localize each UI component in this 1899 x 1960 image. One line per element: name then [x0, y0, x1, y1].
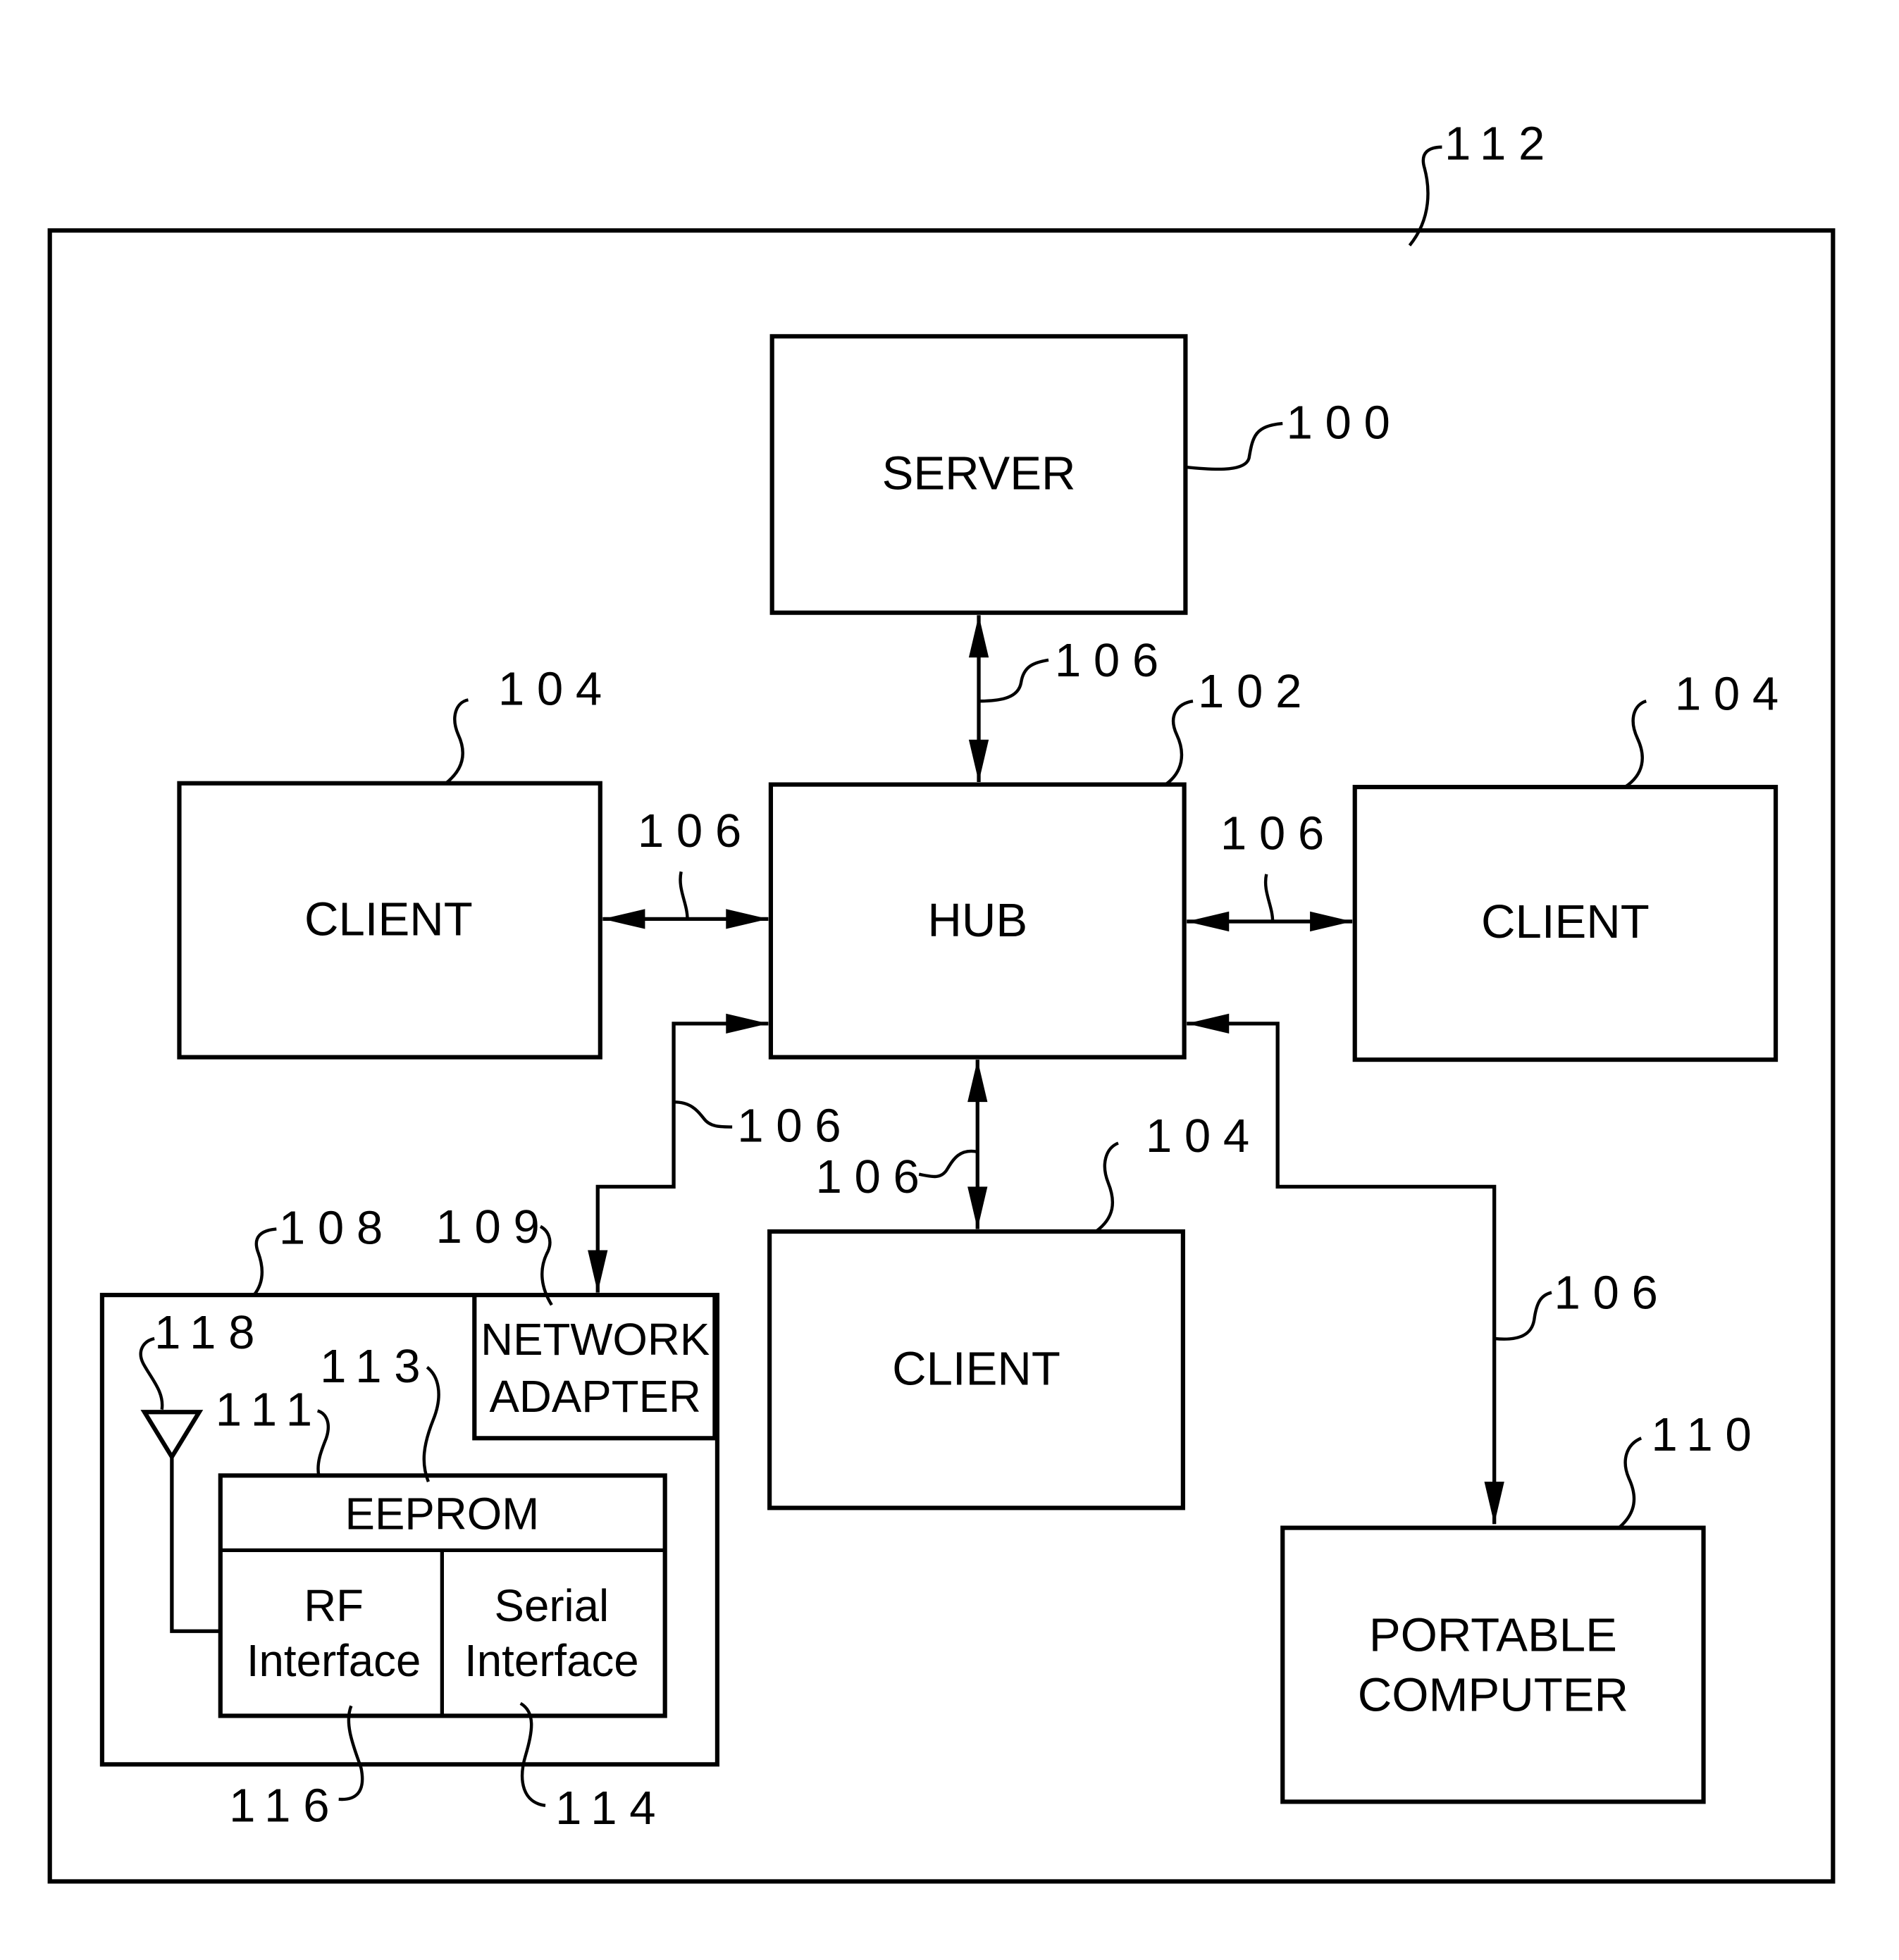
portable-ref-leader: [1617, 1437, 1643, 1530]
serial-interface-label-line1: Serial: [495, 1581, 610, 1631]
connection-ref-portable: 106: [1554, 1267, 1670, 1320]
device-ref: 108: [279, 1202, 395, 1255]
serial-interface-label-line2: Interface: [464, 1636, 639, 1686]
client-left-ref-leader: [445, 698, 469, 785]
eeprom-ref: 113: [320, 1340, 433, 1393]
connection-ref-leader-right: [1263, 874, 1275, 922]
arrow-left-icon: [1187, 1013, 1230, 1034]
connection-ref-adapter: 106: [737, 1100, 853, 1153]
hub-label: HUB: [927, 894, 1027, 947]
client-bottom-ref: 104: [1146, 1110, 1262, 1162]
connection-ref-left: 106: [638, 805, 754, 857]
adapter-ref: 109: [436, 1201, 552, 1253]
arrow-right-icon: [726, 909, 769, 929]
arrow-right-icon: [1310, 911, 1353, 932]
device-ref-leader: [252, 1227, 277, 1296]
hub-ref-leader: [1164, 699, 1194, 786]
module-ref: 111: [216, 1384, 325, 1437]
arrow-down-icon: [588, 1250, 608, 1293]
portable-computer-label-line2: COMPUTER: [1358, 1668, 1628, 1721]
rf-ref: 116: [229, 1780, 342, 1832]
connection-ref-leader-adapter: [673, 1100, 733, 1129]
arrow-down-icon: [1484, 1482, 1504, 1525]
client-right-ref: 104: [1675, 668, 1791, 721]
network-adapter-label-line1: NETWORK: [481, 1315, 710, 1365]
arrow-down-icon: [967, 1186, 988, 1229]
arrow-down-icon: [968, 739, 989, 783]
hub-ref: 102: [1198, 665, 1314, 718]
portable-computer-label-line1: PORTABLE: [1369, 1609, 1617, 1662]
client-label-right: CLIENT: [1481, 895, 1650, 948]
portable-computer-box: [1280, 1525, 1706, 1804]
network-diagram: 112 SERVER 100 HUB 102 106 CLIENT 104 10…: [47, 117, 1836, 1884]
serial-ref: 114: [555, 1782, 668, 1835]
system-ref: 112: [1445, 117, 1557, 170]
client-bottom-ref-leader: [1094, 1141, 1119, 1233]
server-ref-leader: [1185, 421, 1283, 471]
client-label-left: CLIENT: [304, 893, 473, 945]
client-label-bottom: CLIENT: [892, 1342, 1060, 1395]
connection-ref: 106: [1055, 634, 1171, 687]
arrow-up-icon: [967, 1060, 988, 1103]
connection-ref-right: 106: [1220, 807, 1337, 860]
arrow-up-icon: [968, 615, 989, 658]
connection-ref-bottom: 106: [816, 1150, 932, 1203]
server-label: SERVER: [882, 447, 1076, 500]
server-ref: 100: [1287, 396, 1403, 449]
eeprom-label: EEPROM: [345, 1489, 540, 1539]
antenna-ref: 118: [154, 1306, 267, 1359]
arrow-right-icon: [726, 1013, 769, 1034]
arrow-left-icon: [1187, 911, 1230, 932]
portable-hub-connection: [1187, 1022, 1497, 1525]
connection-ref-leader-left: [679, 871, 689, 919]
client-right-ref-leader: [1623, 700, 1647, 788]
connection-ref-leader-portable: [1494, 1291, 1552, 1341]
network-adapter-label-line2: ADAPTER: [490, 1372, 701, 1422]
portable-ref: 110: [1651, 1408, 1764, 1461]
client-left-ref: 104: [498, 662, 614, 715]
adapter-hub-connection: [595, 1022, 769, 1293]
connection-ref-leader: [979, 658, 1049, 703]
rf-interface-label-line2: Interface: [247, 1636, 421, 1686]
rf-interface-label-line1: RF: [304, 1581, 364, 1631]
arrow-left-icon: [602, 909, 645, 929]
